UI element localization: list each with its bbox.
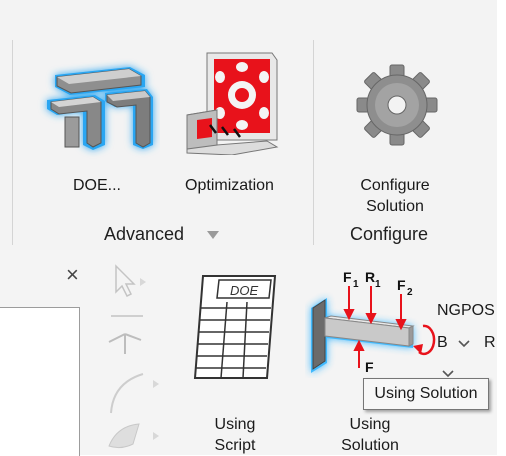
group-label-configure: Configure (350, 224, 429, 244)
ribbon: DOE... Optimization Configure Solution A… (0, 0, 497, 250)
beam-label-f2: F (397, 277, 406, 293)
group-separator (12, 40, 13, 245)
using-solution-label: Using Solution (341, 416, 399, 454)
side-text-mid-right: R (484, 334, 496, 351)
chevron-down-icon[interactable] (442, 370, 454, 378)
using-script-button[interactable]: DOE Using Script (185, 268, 285, 454)
beam-label-f3: F (365, 359, 374, 375)
using-script-label: Using Script (214, 416, 256, 454)
side-text-mid-left: B (437, 334, 448, 351)
optimization-label: Optimization (185, 177, 274, 194)
optimization-icon (186, 52, 279, 155)
beam-label-r1: R (365, 269, 375, 285)
tooltip: Using Solution (363, 378, 489, 410)
doe-label: DOE... (72, 177, 121, 194)
chevron-down-icon[interactable] (458, 340, 470, 348)
configure-solution-button[interactable]: Configure Solution (345, 55, 445, 220)
window-edge (497, 0, 506, 455)
content-panel (0, 307, 80, 456)
beam-label-f1: F (343, 269, 352, 285)
close-button[interactable]: × (66, 264, 79, 286)
beam-label-f1-sub: 1 (353, 279, 359, 290)
group-separator (313, 40, 314, 245)
select-arrow-icon[interactable] (108, 262, 148, 302)
using-solution-button[interactable]: F 1 R 1 F 2 F Using Solution (305, 268, 440, 454)
surface-select-icon[interactable] (103, 418, 163, 453)
side-text-top: NGPOS (437, 302, 495, 319)
doe-button[interactable]: DOE... (35, 45, 160, 205)
doe-script-icon: DOE (193, 275, 277, 379)
curve-select-icon[interactable] (103, 368, 163, 418)
beam-loads-icon: F 1 R 1 F 2 F (311, 269, 436, 375)
dropdown-arrow-icon[interactable] (206, 230, 220, 240)
gear-icon (356, 64, 438, 146)
configure-solution-label: Configure Solution (360, 177, 430, 215)
beam-label-f2-sub: 2 (407, 287, 413, 298)
doe-icon (47, 67, 153, 150)
beam-label-r1-sub: 1 (375, 279, 381, 290)
vertex-select-icon[interactable] (103, 312, 148, 357)
optimization-button[interactable]: Optimization (172, 45, 287, 205)
group-label-advanced: Advanced (104, 224, 185, 244)
doe-card-text: DOE (230, 283, 259, 298)
